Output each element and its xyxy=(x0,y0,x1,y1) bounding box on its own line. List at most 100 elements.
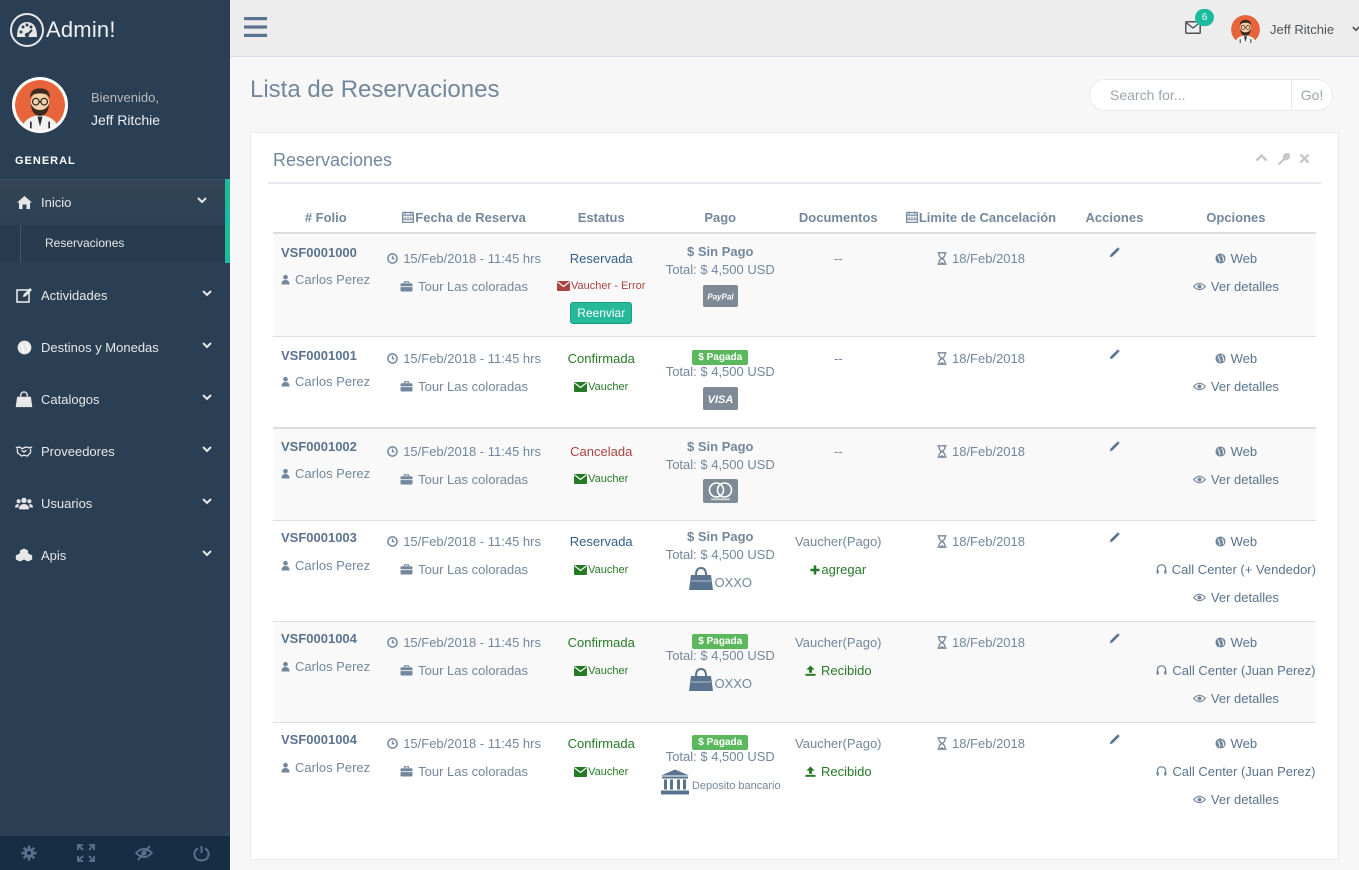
col-header-opciones[interactable]: Opciones xyxy=(1155,203,1316,234)
eye-icon xyxy=(1193,593,1206,602)
option-callcenter[interactable]: Call Center (Juan Perez) xyxy=(1156,657,1315,685)
collapse-icon[interactable] xyxy=(1255,153,1268,166)
fullscreen-icon[interactable] xyxy=(58,836,116,870)
voucher-link[interactable]: Vaucher xyxy=(574,465,628,493)
option-details[interactable]: Ver detalles xyxy=(1193,373,1279,401)
globe-icon xyxy=(1215,637,1226,648)
sidebar-item-usuarios[interactable]: Usuarios xyxy=(0,477,230,529)
client-name: Carlos Perez xyxy=(295,465,371,481)
option-web[interactable]: Web xyxy=(1215,528,1257,556)
reservations-panel: Reservaciones # Folio Fecha de Reserva E… xyxy=(250,132,1339,860)
folio-link[interactable]: VSF0001000 xyxy=(281,239,357,265)
sidebar-subitem-reservaciones[interactable]: Reservaciones xyxy=(45,236,124,250)
sidebar-item-proveedores[interactable]: Proveedores xyxy=(0,425,230,477)
option-details[interactable]: Ver detalles xyxy=(1193,786,1279,814)
sidebar-item-destinos[interactable]: Destinos y Monedas xyxy=(0,321,230,373)
user-avatar[interactable] xyxy=(1231,15,1260,44)
briefcase-icon xyxy=(400,665,413,676)
brand-name: Admin! xyxy=(46,17,116,42)
sidebar-item-catalogos[interactable]: Catalogos xyxy=(0,373,230,425)
col-header-folio[interactable]: # Folio xyxy=(273,203,379,234)
panel-title: Reservaciones xyxy=(273,150,393,170)
col-header-fecha[interactable]: Fecha de Reserva xyxy=(378,203,550,234)
col-header-limite[interactable]: Limite de Cancelación xyxy=(888,203,1074,234)
sidebar: Admin! Bienvenido, Jeff Ritchie GENERAL … xyxy=(0,0,230,870)
pencil-icon[interactable] xyxy=(1109,633,1120,644)
option-callcenter-label: Call Center (Juan Perez) xyxy=(1172,764,1316,779)
user-icon xyxy=(281,274,290,285)
folio-link[interactable]: VSF0001004 xyxy=(281,726,357,754)
option-web[interactable]: Web xyxy=(1215,437,1257,465)
resend-button[interactable]: Reenviar xyxy=(570,302,633,324)
voucher-label: Vaucher xyxy=(588,473,629,485)
col-header-limite-label: Limite de Cancelación xyxy=(918,210,1057,225)
option-callcenter[interactable]: Call Center (+ Vendedor) xyxy=(1156,556,1316,584)
option-web[interactable]: Web xyxy=(1215,345,1258,373)
option-details[interactable]: Ver detalles xyxy=(1193,584,1279,612)
col-header-acciones[interactable]: Acciones xyxy=(1073,203,1156,234)
voucher-link[interactable]: Vaucher xyxy=(574,556,628,584)
option-web-label: Web xyxy=(1230,635,1258,650)
col-header-documentos[interactable]: Documentos xyxy=(787,203,889,234)
pencil-icon[interactable] xyxy=(1109,734,1120,745)
close-icon[interactable] xyxy=(1299,153,1310,166)
pencil-icon[interactable] xyxy=(1109,532,1120,543)
option-web[interactable]: Web xyxy=(1215,629,1258,657)
folio-link[interactable]: VSF0001001 xyxy=(281,342,357,368)
option-callcenter-label: Call Center (Juan Perez) xyxy=(1172,663,1316,678)
option-web-label: Web xyxy=(1230,351,1258,366)
sidebar-item-inicio[interactable]: Inicio xyxy=(0,179,230,225)
logout-icon[interactable] xyxy=(173,836,231,870)
folio-link[interactable]: VSF0001003 xyxy=(281,524,357,552)
booking-date: 15/Feb/2018 - 11:45 hrs xyxy=(403,534,541,549)
search-input[interactable] xyxy=(1090,80,1291,110)
voucher-error-link[interactable]: Vaucher - Error xyxy=(557,272,645,300)
option-details[interactable]: Ver detalles xyxy=(1193,465,1279,493)
visa-logo-icon: VISA xyxy=(702,386,738,410)
menu-toggle-icon[interactable] xyxy=(244,17,267,37)
table-row: VSF0001004 Carlos Perez 15/Feb/2018 - 11… xyxy=(273,621,1316,723)
chevron-down-icon[interactable] xyxy=(1352,26,1359,32)
hourglass-icon xyxy=(937,636,947,649)
received-document-link[interactable]: Recibido xyxy=(805,657,872,685)
voucher-link[interactable]: Vaucher xyxy=(574,758,628,786)
received-document-link[interactable]: Recibido xyxy=(805,758,872,786)
option-web[interactable]: Web xyxy=(1215,244,1257,272)
wrench-icon[interactable] xyxy=(1277,153,1290,166)
add-document-label: agregar xyxy=(821,562,867,577)
folio-link[interactable]: VSF0001002 xyxy=(281,433,357,459)
paypal-logo-icon: PayPal xyxy=(702,285,738,307)
side-menu: Inicio Reservaciones Actividades Destino… xyxy=(0,179,230,581)
table-row: VSF0001000 Carlos Perez 15/Feb/2018 - 11… xyxy=(273,233,1316,337)
document-status: -- xyxy=(833,250,843,266)
hourglass-icon xyxy=(937,535,947,548)
briefcase-icon xyxy=(400,281,413,292)
pencil-icon[interactable] xyxy=(1109,441,1120,452)
option-details[interactable]: Ver detalles xyxy=(1193,685,1279,713)
sidebar-item-actividades[interactable]: Actividades xyxy=(0,269,230,321)
option-callcenter[interactable]: Call Center (Juan Perez) xyxy=(1156,758,1315,786)
voucher-link[interactable]: Vaucher xyxy=(574,657,628,685)
pencil-icon[interactable] xyxy=(1109,247,1120,258)
lock-icon[interactable] xyxy=(115,836,173,870)
option-web[interactable]: Web xyxy=(1215,730,1257,758)
option-details[interactable]: Ver detalles xyxy=(1193,272,1279,300)
search-go-button[interactable]: Go! xyxy=(1291,80,1332,110)
col-header-pago[interactable]: Pago xyxy=(652,203,788,234)
folio-link[interactable]: VSF0001004 xyxy=(281,625,357,653)
globe-icon xyxy=(15,338,33,356)
col-header-estatus[interactable]: Estatus xyxy=(549,203,653,234)
status-label: Confirmada xyxy=(567,635,635,650)
pencil-icon[interactable] xyxy=(1109,349,1120,360)
add-document-link[interactable]: agregar xyxy=(810,556,866,584)
user-menu[interactable]: Jeff Ritchie xyxy=(1270,22,1334,37)
eye-icon xyxy=(1193,282,1206,291)
svg-text:VISA: VISA xyxy=(707,394,733,406)
hourglass-icon xyxy=(937,737,947,750)
globe-icon xyxy=(1215,738,1226,749)
settings-icon[interactable] xyxy=(0,836,58,870)
shopping-bag-icon xyxy=(688,567,714,591)
voucher-link[interactable]: Vaucher xyxy=(574,373,628,401)
sidebar-item-apis[interactable]: Apis xyxy=(0,529,230,581)
brand[interactable]: Admin! xyxy=(10,13,116,47)
